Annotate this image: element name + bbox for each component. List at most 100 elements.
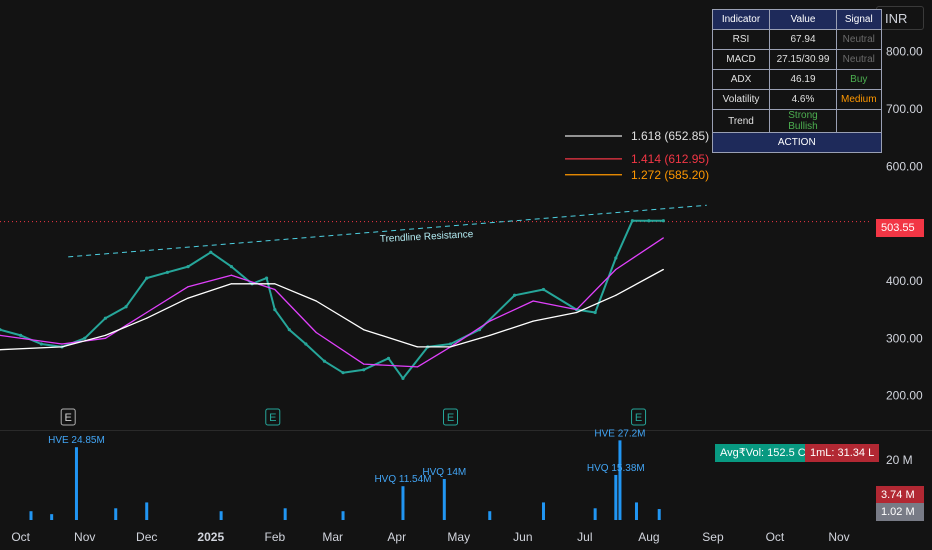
price-point bbox=[401, 376, 405, 380]
price-point bbox=[386, 356, 391, 360]
y-tick-label: 800.00 bbox=[886, 45, 923, 59]
indicator-name: Volatility bbox=[712, 89, 770, 110]
price-point bbox=[416, 346, 419, 348]
price-point bbox=[165, 270, 169, 274]
price-point bbox=[61, 346, 63, 348]
x-tick-label: 2025 bbox=[197, 530, 224, 544]
earnings-marker-label: E bbox=[269, 412, 276, 424]
price-point bbox=[532, 300, 534, 302]
price-point bbox=[630, 219, 634, 223]
y-tick-label: 300.00 bbox=[886, 331, 923, 345]
indicator-row: Trend Strong Bullish bbox=[712, 109, 882, 133]
volume-badge-1: 3.74 M bbox=[876, 486, 924, 504]
x-tick-label: Nov bbox=[828, 530, 849, 544]
fib-level-label: 1.414 (612.95) bbox=[631, 152, 709, 166]
volume-bar bbox=[74, 447, 78, 520]
x-tick-label: Oct bbox=[11, 530, 30, 544]
price-point bbox=[661, 219, 665, 223]
price-point bbox=[614, 256, 618, 260]
price-point bbox=[287, 328, 291, 332]
earnings-marker-label: E bbox=[635, 412, 642, 424]
x-tick-label: Sep bbox=[702, 530, 724, 544]
fib-levels: 1.618 (652.85) 1.414 (612.95) 1.272 (585.2… bbox=[565, 129, 709, 182]
indicator-value: 27.15/30.99 bbox=[769, 49, 837, 70]
price-point bbox=[341, 371, 345, 375]
volume-bar bbox=[541, 502, 545, 520]
volume-bar bbox=[145, 502, 149, 520]
price-point bbox=[575, 309, 578, 311]
indicator-row: RSI 67.94 Neutral bbox=[712, 29, 882, 50]
price-point bbox=[19, 333, 23, 337]
header-indicator: Indicator bbox=[712, 9, 770, 30]
x-tick-label: Jul bbox=[577, 530, 592, 544]
x-tick-label: Dec bbox=[136, 530, 157, 544]
indicator-signal: Medium bbox=[836, 89, 882, 110]
volume-bar bbox=[401, 486, 405, 520]
price-point bbox=[662, 237, 664, 239]
price-point bbox=[104, 337, 106, 339]
price-point bbox=[448, 342, 453, 346]
price-point bbox=[146, 311, 148, 314]
indicator-name: MACD bbox=[712, 49, 770, 70]
event-markers: EEEE bbox=[60, 408, 647, 426]
indicator-name: Trend bbox=[712, 109, 770, 133]
earnings-marker-label: E bbox=[447, 412, 454, 424]
fib-level-label: 1.272 (585.20) bbox=[631, 168, 709, 182]
price-point bbox=[593, 310, 597, 315]
price-point bbox=[61, 343, 63, 345]
price-point bbox=[416, 366, 419, 368]
indicator-signal bbox=[836, 109, 882, 133]
volume-bar bbox=[488, 511, 492, 520]
price-point bbox=[145, 276, 149, 280]
price-point bbox=[615, 294, 617, 296]
volume-annotation: HVQ 15.38M bbox=[587, 463, 645, 474]
price-point bbox=[647, 219, 651, 223]
x-tick-label: May bbox=[447, 530, 470, 544]
header-value: Value bbox=[769, 9, 837, 30]
volume-bar bbox=[657, 509, 661, 520]
indicator-row: MACD 27.15/30.99 Neutral bbox=[712, 49, 882, 70]
indicator-row: ADX 46.19 Buy bbox=[712, 69, 882, 90]
price-point bbox=[39, 342, 43, 346]
volume-bar bbox=[618, 440, 622, 520]
indicator-action-row: ACTION bbox=[712, 132, 882, 153]
y-tick-label: 700.00 bbox=[886, 102, 923, 116]
y-tick-label: 400.00 bbox=[886, 274, 923, 288]
price-point bbox=[187, 286, 189, 288]
volume-bar bbox=[29, 511, 33, 520]
y-axis: 800.00700.00600.00500.00400.00300.00200.… bbox=[886, 45, 923, 467]
price-point bbox=[229, 265, 234, 269]
x-tick-label: Feb bbox=[265, 530, 286, 544]
price-point bbox=[304, 342, 308, 346]
ml-badge: 1mL: 31.34 L bbox=[805, 444, 880, 462]
fib-level-label: 1.618 (652.85) bbox=[631, 129, 709, 143]
price-point bbox=[449, 346, 452, 348]
price-point bbox=[104, 334, 106, 336]
action-cell[interactable]: ACTION bbox=[712, 132, 882, 153]
indicator-value: 46.19 bbox=[769, 69, 837, 90]
volume-bar bbox=[114, 508, 118, 520]
indicator-name: RSI bbox=[712, 29, 770, 50]
x-tick-label: Oct bbox=[766, 530, 785, 544]
price-point bbox=[274, 283, 276, 285]
price-point bbox=[264, 276, 269, 280]
price-point bbox=[83, 336, 87, 340]
price-point bbox=[230, 274, 233, 276]
indicator-name: ADX bbox=[712, 69, 770, 90]
volume-bar bbox=[614, 474, 618, 520]
volume-bar bbox=[634, 502, 638, 520]
indicator-signal: Neutral bbox=[836, 49, 882, 70]
price-point bbox=[124, 305, 128, 309]
x-tick-label: Nov bbox=[74, 530, 95, 544]
volume-bar bbox=[50, 514, 54, 520]
price-point bbox=[103, 316, 107, 320]
indicator-value: Strong Bullish bbox=[769, 109, 837, 133]
volume-annotation: HVQ 14M bbox=[422, 467, 466, 478]
price-point bbox=[512, 293, 517, 297]
price-point bbox=[315, 331, 317, 334]
volume-bar bbox=[341, 511, 345, 520]
currency-selector[interactable]: INR bbox=[876, 6, 924, 30]
price-point bbox=[146, 317, 148, 319]
volume-annotation: HVE 24.85M bbox=[48, 435, 105, 446]
volume-bars: HVE 24.85MHVQ 11.54MHVQ 14MHVE 27.2MHVQ … bbox=[29, 428, 661, 520]
